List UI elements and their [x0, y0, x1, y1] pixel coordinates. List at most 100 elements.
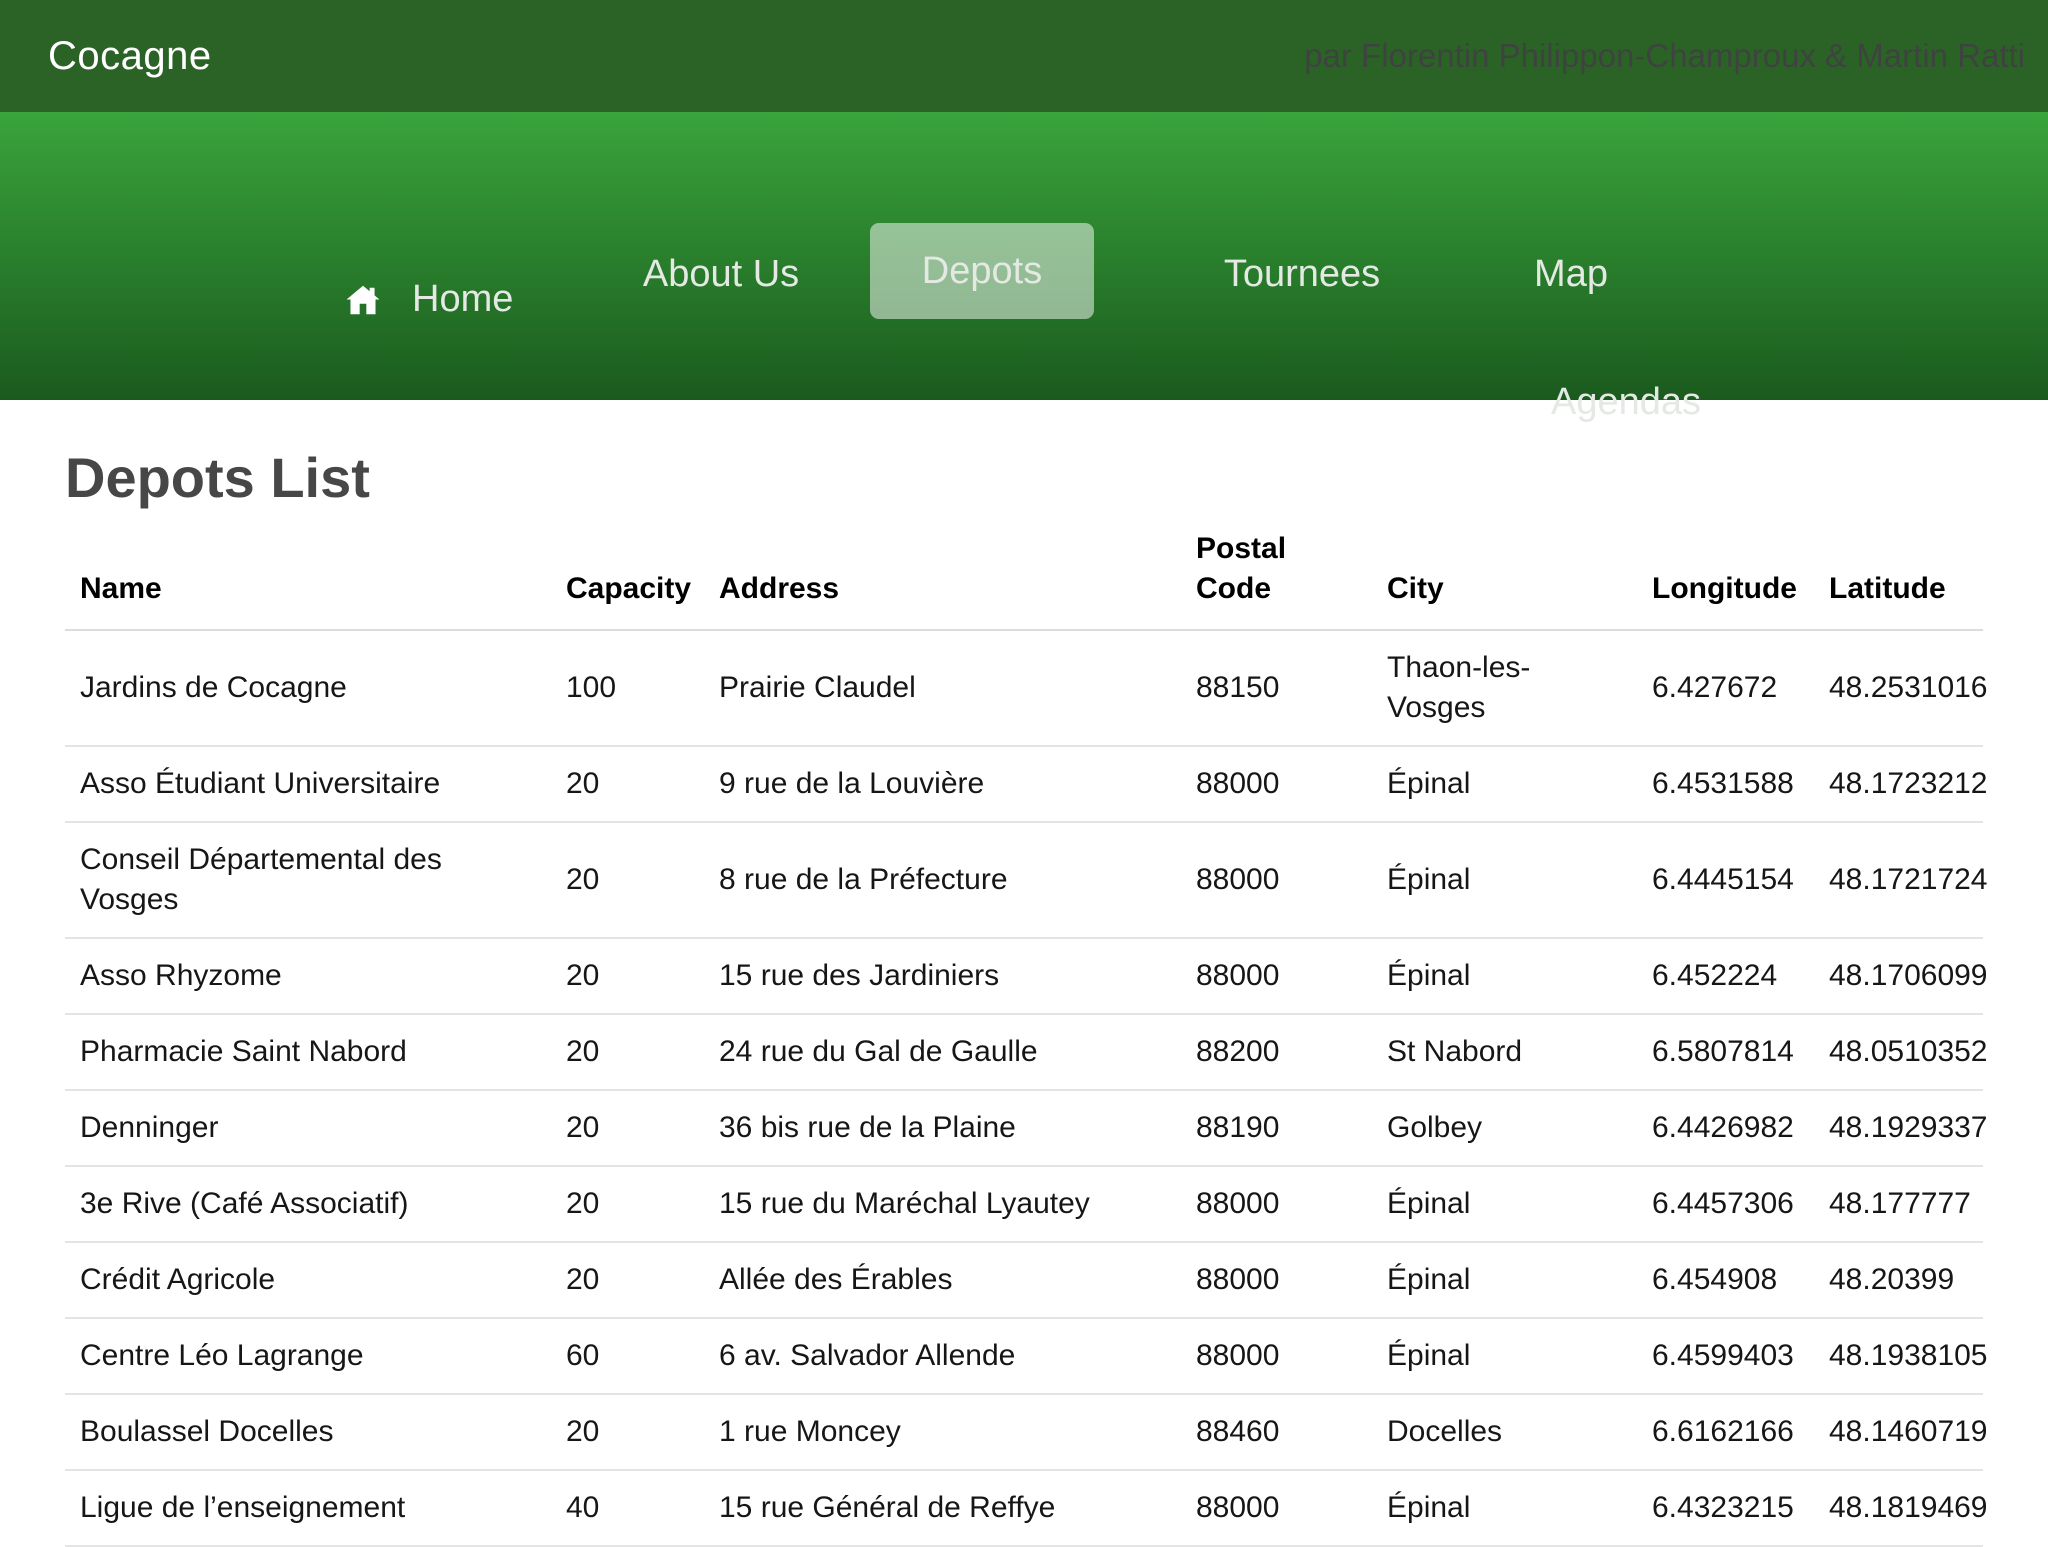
cell-postal: 88000: [1181, 1470, 1372, 1546]
cell-address: Allée des Érables: [704, 1242, 1181, 1318]
table-row: Centre Léo Lagrange606 av. Salvador Alle…: [65, 1318, 1983, 1394]
cell-latitude: 48.1706099: [1814, 938, 1983, 1014]
cell-longitude: 6.4531588: [1637, 746, 1814, 822]
cell-postal: 88150: [1181, 630, 1372, 746]
attribution: par Florentin Philippon-Champroux & Mart…: [1304, 37, 2025, 75]
cell-address: 6 av. Salvador Allende: [704, 1318, 1181, 1394]
table-row: Ligue de l’enseignement4015 rue Général …: [65, 1470, 1983, 1546]
cell-name: 3e Rive (Café Associatif): [65, 1166, 551, 1242]
cell-address: 36 bis rue de la Plaine: [704, 1090, 1181, 1166]
cell-postal: 88460: [1181, 1394, 1372, 1470]
nav-item-tournees[interactable]: Tournees: [1224, 253, 1380, 296]
cell-name: Centre Léo Lagrange: [65, 1318, 551, 1394]
cell-city: Épinal: [1372, 822, 1637, 938]
cell-latitude: 48.1723212: [1814, 746, 1983, 822]
cell-capacity: 20: [551, 1394, 704, 1470]
cell-longitude: 6.5807814: [1637, 1014, 1814, 1090]
nav-item-about-us[interactable]: About Us: [643, 253, 799, 296]
cell-address: 15 rue du Maréchal Lyautey: [704, 1166, 1181, 1242]
table-row: Pharmacie Saint Nabord2024 rue du Gal de…: [65, 1014, 1983, 1090]
cell-address: Prairie Claudel: [704, 630, 1181, 746]
cell-longitude: 6.4426982: [1637, 1090, 1814, 1166]
cell-postal: 88190: [1181, 1090, 1372, 1166]
cell-address: 8 rue de la Préfecture: [704, 822, 1181, 938]
table-row: 3e Rive (Café Associatif)2015 rue du Mar…: [65, 1166, 1983, 1242]
cell-longitude: 6.4457306: [1637, 1166, 1814, 1242]
cell-postal: 88000: [1181, 1242, 1372, 1318]
cell-city: Docelles: [1372, 1394, 1637, 1470]
depots-table: NameCapacityAddressPostal CodeCityLongit…: [65, 511, 1983, 1547]
column-header-capacity: Capacity: [551, 511, 704, 630]
table-header-row: NameCapacityAddressPostal CodeCityLongit…: [65, 511, 1983, 630]
cell-longitude: 6.4323215: [1637, 1470, 1814, 1546]
column-header-latitude: Latitude: [1814, 511, 1983, 630]
column-header-city: City: [1372, 511, 1637, 630]
cell-capacity: 20: [551, 938, 704, 1014]
table-row: Jardins de Cocagne100Prairie Claudel8815…: [65, 630, 1983, 746]
cell-longitude: 6.454908: [1637, 1242, 1814, 1318]
page-title: Depots List: [65, 444, 1983, 511]
cell-city: Golbey: [1372, 1090, 1637, 1166]
cell-city: Épinal: [1372, 1242, 1637, 1318]
cell-address: 1 rue Moncey: [704, 1394, 1181, 1470]
table-row: Denninger2036 bis rue de la Plaine88190G…: [65, 1090, 1983, 1166]
nav-item-home[interactable]: Home: [344, 278, 513, 321]
cell-longitude: 6.4599403: [1637, 1318, 1814, 1394]
main-nav: Home About Us Depots Tournees Map Agenda…: [0, 112, 2048, 400]
cell-postal: 88000: [1181, 822, 1372, 938]
cell-name: Crédit Agricole: [65, 1242, 551, 1318]
cell-postal: 88200: [1181, 1014, 1372, 1090]
column-header-address: Address: [704, 511, 1181, 630]
cell-latitude: 48.2531016: [1814, 630, 1983, 746]
table-row: Asso Rhyzome2015 rue des Jardiniers88000…: [65, 938, 1983, 1014]
cell-name: Conseil Départemental des Vosges: [65, 822, 551, 938]
nav-item-agendas[interactable]: Agendas: [1551, 381, 1701, 424]
cell-postal: 88000: [1181, 1166, 1372, 1242]
nav-item-home-label: Home: [412, 278, 513, 321]
nav-item-depots[interactable]: Depots: [870, 223, 1094, 319]
cell-capacity: 20: [551, 822, 704, 938]
cell-latitude: 48.1929337: [1814, 1090, 1983, 1166]
column-header-name: Name: [65, 511, 551, 630]
cell-latitude: 48.1938105: [1814, 1318, 1983, 1394]
cell-name: Boulassel Docelles: [65, 1394, 551, 1470]
cell-capacity: 60: [551, 1318, 704, 1394]
cell-name: Asso Rhyzome: [65, 938, 551, 1014]
cell-city: Épinal: [1372, 746, 1637, 822]
cell-city: Épinal: [1372, 1470, 1637, 1546]
cell-city: St Nabord: [1372, 1014, 1637, 1090]
column-header-longitude: Longitude: [1637, 511, 1814, 630]
home-icon: [344, 279, 382, 321]
table-row: Asso Étudiant Universitaire209 rue de la…: [65, 746, 1983, 822]
cell-name: Ligue de l’enseignement: [65, 1470, 551, 1546]
cell-longitude: 6.4445154: [1637, 822, 1814, 938]
cell-latitude: 48.177777: [1814, 1166, 1983, 1242]
cell-name: Pharmacie Saint Nabord: [65, 1014, 551, 1090]
cell-postal: 88000: [1181, 746, 1372, 822]
cell-longitude: 6.427672: [1637, 630, 1814, 746]
cell-capacity: 40: [551, 1470, 704, 1546]
cell-latitude: 48.1460719: [1814, 1394, 1983, 1470]
content: Depots List NameCapacityAddressPostal Co…: [0, 444, 2048, 1547]
cell-capacity: 20: [551, 1166, 704, 1242]
cell-capacity: 20: [551, 1014, 704, 1090]
cell-latitude: 48.0510352: [1814, 1014, 1983, 1090]
cell-latitude: 48.1721724: [1814, 822, 1983, 938]
cell-address: 9 rue de la Louvière: [704, 746, 1181, 822]
table-row: Conseil Départemental des Vosges208 rue …: [65, 822, 1983, 938]
cell-city: Épinal: [1372, 938, 1637, 1014]
table-row: Boulassel Docelles201 rue Moncey88460Doc…: [65, 1394, 1983, 1470]
cell-name: Jardins de Cocagne: [65, 630, 551, 746]
cell-capacity: 20: [551, 746, 704, 822]
nav-item-map[interactable]: Map: [1534, 253, 1608, 296]
cell-latitude: 48.20399: [1814, 1242, 1983, 1318]
brand: Cocagne: [48, 34, 212, 79]
cell-city: Épinal: [1372, 1166, 1637, 1242]
column-header-postal: Postal Code: [1181, 511, 1372, 630]
cell-latitude: 48.1819469: [1814, 1470, 1983, 1546]
cell-address: 15 rue Général de Reffye: [704, 1470, 1181, 1546]
cell-address: 15 rue des Jardiniers: [704, 938, 1181, 1014]
app-header: Cocagne par Florentin Philippon-Champrou…: [0, 0, 2048, 112]
cell-name: Asso Étudiant Universitaire: [65, 746, 551, 822]
cell-capacity: 100: [551, 630, 704, 746]
